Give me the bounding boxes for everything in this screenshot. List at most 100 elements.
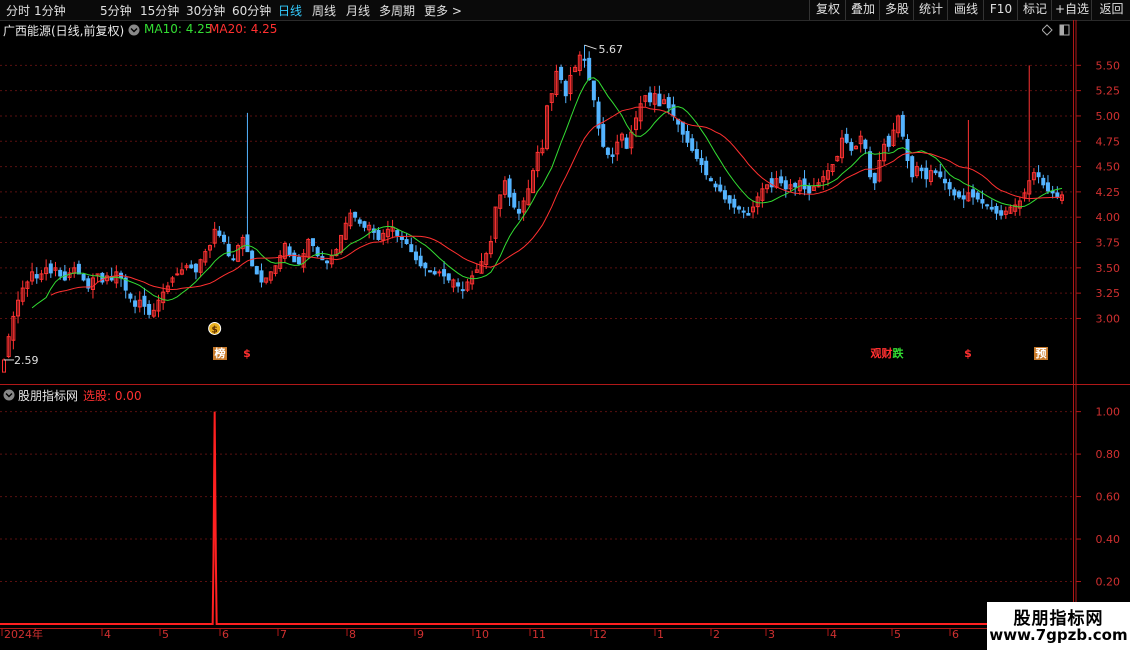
x-tick-label: 8 (349, 628, 356, 641)
candle-down (296, 256, 301, 265)
candle-down (217, 230, 222, 236)
candle-down (807, 185, 812, 194)
event-marker[interactable]: 榜 (215, 346, 226, 360)
candle-down (666, 97, 671, 109)
candle-down (446, 273, 451, 281)
candle-down (460, 289, 465, 292)
x-tick-label: 10 (475, 628, 489, 641)
event-marker[interactable]: 观 (871, 347, 882, 360)
event-marker[interactable]: $ (243, 347, 251, 360)
add-watchlist-button[interactable]: +自选 (1051, 0, 1092, 20)
x-tick-label: 7 (280, 628, 287, 641)
period-tab-more[interactable]: 更多 > (424, 2, 462, 19)
sub-tick-label: 0.60 (1096, 491, 1121, 504)
candle-down (1041, 177, 1046, 186)
statistics-button[interactable]: 统计 (913, 0, 948, 20)
kline-chart[interactable]: 5.50 5.25 5.00 4.75 4.50 4.25 4.00 3.75 3.50 3.25… (0, 20, 1130, 650)
candle-down (741, 210, 746, 213)
candle-down (671, 104, 676, 117)
price-tick-label: 3.25 (1096, 287, 1121, 300)
period-tab-multi[interactable]: 多周期 (379, 2, 415, 19)
adjust-button[interactable]: 复权 (809, 0, 846, 20)
multi-stock-button[interactable]: 多股 (879, 0, 914, 20)
period-tab-1min[interactable]: 1分钟 (34, 2, 66, 19)
candle-down (563, 80, 568, 97)
candle-down (961, 195, 966, 200)
candle-down (507, 178, 512, 198)
price-tick-label: 3.00 (1096, 312, 1121, 325)
candle-down (362, 221, 367, 228)
x-tick-label: 3 (768, 628, 775, 641)
candle-down (722, 190, 727, 200)
period-tab-60min[interactable]: 60分钟 (232, 2, 271, 19)
x-tick-label: 6 (222, 628, 229, 641)
watermark-url: www.7gpzb.com (989, 626, 1128, 644)
draw-line-button[interactable]: 画线 (947, 0, 984, 20)
candle-down (605, 147, 610, 155)
candle-down (999, 210, 1004, 216)
candle-down (512, 192, 517, 208)
candle-down (395, 230, 400, 236)
x-tick-label: 5 (894, 628, 901, 641)
candle-down (250, 250, 255, 267)
x-tick-label: 6 (952, 628, 959, 641)
candle-down (994, 206, 999, 214)
sub-tick-label: 0.80 (1096, 448, 1121, 461)
candle-down (516, 208, 521, 214)
money-bag-icon-glyph: $ (212, 325, 218, 335)
candle-down (924, 167, 929, 180)
candle-down (704, 160, 709, 176)
candle-down (442, 269, 447, 277)
event-marker[interactable]: $ (964, 347, 972, 360)
candle-down (357, 219, 362, 224)
candle-down (732, 198, 737, 208)
event-marker[interactable]: 跌 (893, 346, 905, 360)
period-tab-daily[interactable]: 日线 (278, 2, 302, 19)
f10-button[interactable]: F10 (983, 0, 1018, 20)
period-tab-intraday[interactable]: 分时 (6, 2, 30, 19)
overlay-button[interactable]: 叠加 (845, 0, 880, 20)
period-tab-5min[interactable]: 5分钟 (100, 2, 132, 19)
sub-tick-label: 0.40 (1096, 533, 1121, 546)
event-marker[interactable]: 财 (881, 346, 893, 360)
candle-down (48, 263, 53, 274)
candle-down (559, 66, 564, 80)
candle-down (413, 251, 418, 261)
candle-down (947, 182, 952, 190)
period-tab-weekly[interactable]: 周线 (312, 2, 336, 19)
candle-down (582, 58, 587, 61)
x-tick-label: 12 (593, 628, 607, 641)
period-tab-15min[interactable]: 15分钟 (140, 2, 179, 19)
price-tick-label: 4.75 (1096, 135, 1121, 148)
candle-down (985, 204, 990, 207)
x-tick-label: 9 (417, 628, 424, 641)
candle-down (601, 124, 606, 147)
price-tick-label: 3.50 (1096, 262, 1121, 275)
candle-down (849, 142, 854, 151)
candle-down (957, 191, 962, 198)
candle-down (868, 151, 873, 178)
back-button[interactable]: 返回 (1091, 0, 1130, 20)
period-tab-monthly[interactable]: 月线 (346, 2, 370, 19)
candle-down (222, 234, 227, 242)
price-tick-label: 4.00 (1096, 211, 1121, 224)
period-tab-30min[interactable]: 30分钟 (186, 2, 225, 19)
candle-down (736, 206, 741, 210)
price-tick-label: 5.25 (1096, 85, 1121, 98)
candle-down (226, 243, 231, 257)
candle-down (376, 229, 381, 240)
candle-down (900, 114, 905, 137)
candle-down (34, 274, 39, 279)
candle-up (437, 271, 442, 274)
candle-down (423, 262, 428, 269)
candle-down (591, 80, 596, 101)
mark-button[interactable]: 标记 (1017, 0, 1052, 20)
event-marker[interactable]: 预 (1036, 346, 1047, 360)
candle-down (76, 263, 81, 275)
candle-down (713, 183, 718, 188)
candle-down (325, 260, 330, 264)
candle-down (189, 264, 194, 269)
price-tick-label: 4.25 (1096, 186, 1121, 199)
candle-down (587, 57, 592, 80)
candle-down (989, 206, 994, 210)
